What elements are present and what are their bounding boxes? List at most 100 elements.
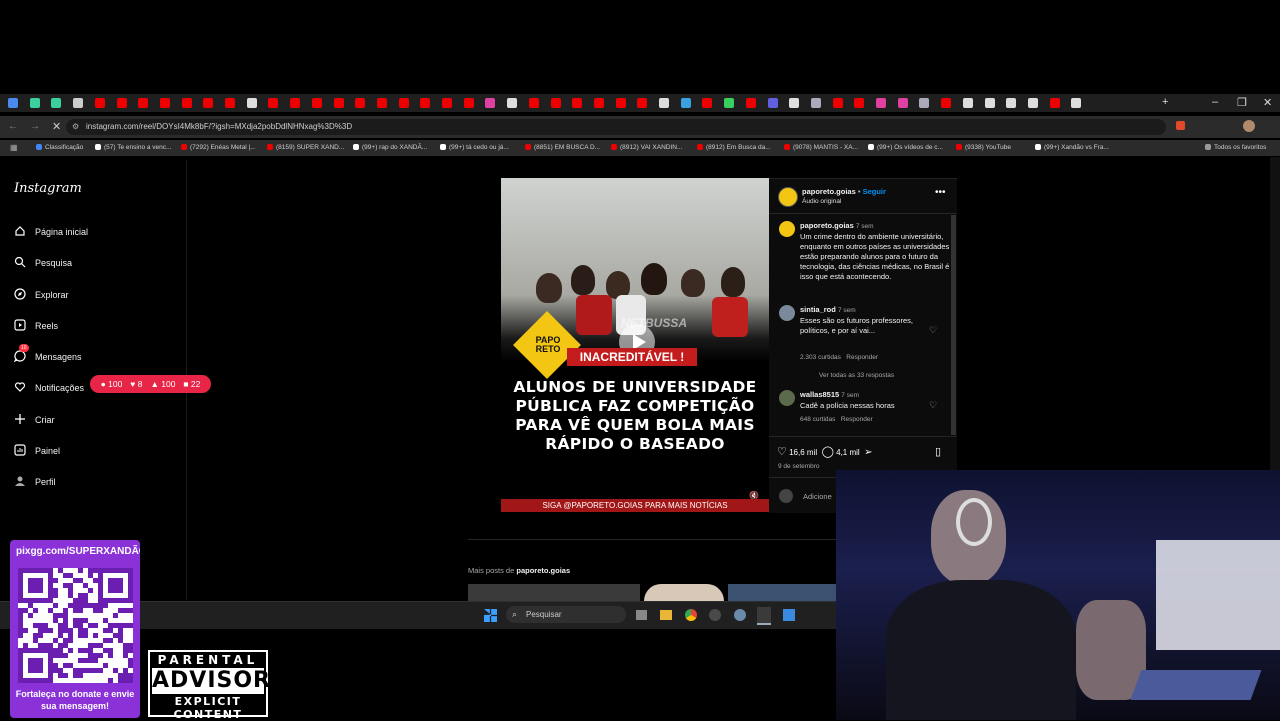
browser-tab[interactable] xyxy=(919,98,930,108)
browser-tab[interactable] xyxy=(637,98,648,108)
browser-tab[interactable] xyxy=(941,98,952,108)
site-info-icon[interactable]: ⚙ xyxy=(72,119,79,135)
profile-avatar[interactable] xyxy=(1243,120,1255,132)
browser-tab[interactable] xyxy=(225,98,235,108)
browser-tab[interactable] xyxy=(8,98,18,108)
comment-count[interactable]: 4,1 mil xyxy=(836,448,860,457)
add-comment-input[interactable]: Adicione xyxy=(803,492,832,501)
bookmark-item[interactable]: (99+) Xandão vs Fra... xyxy=(1035,144,1109,151)
like-icon[interactable]: ♡ xyxy=(777,446,787,458)
more-post-thumbnail[interactable] xyxy=(644,584,724,601)
sidebar-item-heart[interactable]: Notificações xyxy=(14,381,84,395)
browser-tab[interactable] xyxy=(593,98,604,108)
notification-bubble[interactable]: ● 100 ♥ 8 ▲ 100 ■ 22 xyxy=(90,375,211,393)
comment-like-icon[interactable]: ♡ xyxy=(929,325,937,336)
browser-tab[interactable] xyxy=(333,98,344,108)
browser-tab[interactable] xyxy=(832,98,843,108)
more-options-icon[interactable]: ••• xyxy=(935,187,946,198)
bookmark-item[interactable]: (8912) Em Busca da... xyxy=(697,144,771,151)
windows-start-icon[interactable] xyxy=(484,609,497,622)
browser-tab[interactable] xyxy=(94,98,105,108)
sidebar-item-messenger[interactable]: 10 Mensagens xyxy=(13,344,82,364)
maximize-button[interactable]: ❐ xyxy=(1237,96,1247,109)
browser-tab[interactable] xyxy=(398,98,409,108)
sidebar-item-search[interactable]: Pesquisa xyxy=(14,256,72,270)
browser-tab[interactable] xyxy=(724,98,735,108)
bookmark-item[interactable]: (9338) YouTube xyxy=(956,144,1011,151)
browser-tab[interactable] xyxy=(854,98,865,108)
browser-tab[interactable] xyxy=(485,98,496,108)
comment-avatar[interactable] xyxy=(779,305,795,321)
save-icon[interactable]: ▯ xyxy=(935,445,941,458)
reel-video[interactable]: PAPO RETO NETBUSSA INACREDITÁVEL ! ALUNO… xyxy=(501,178,769,512)
sidebar-item-reels[interactable]: Reels xyxy=(14,319,58,333)
task-view-icon[interactable] xyxy=(636,610,647,620)
author-avatar[interactable] xyxy=(778,187,798,207)
bookmark-item[interactable]: (9078) MANTIS - XA... xyxy=(784,144,858,151)
bookmark-item[interactable]: (8159) SUPER XAND... xyxy=(267,144,344,151)
browser-tab[interactable] xyxy=(1049,98,1060,108)
comment-likes[interactable]: 648 curtidas xyxy=(800,416,835,423)
follow-button[interactable]: Seguir xyxy=(863,187,886,196)
browser-tab[interactable] xyxy=(984,98,995,108)
share-icon[interactable]: ➢ xyxy=(864,447,872,458)
instagram-logo[interactable]: Instagram xyxy=(14,181,82,196)
app-icon[interactable] xyxy=(783,609,795,621)
extension-icon[interactable] xyxy=(1176,121,1185,130)
browser-tab[interactable] xyxy=(159,98,170,108)
bookmark-item[interactable]: (99+) tá cedo ou já... xyxy=(440,144,509,151)
browser-tab[interactable] xyxy=(463,98,474,108)
all-favorites-folder[interactable]: Todos os favoritos xyxy=(1205,144,1266,151)
sidebar-item-profile[interactable]: Perfil xyxy=(14,475,56,489)
more-post-thumbnail[interactable] xyxy=(728,584,836,601)
browser-tab[interactable] xyxy=(73,98,84,108)
comment-like-icon[interactable]: ♡ xyxy=(929,400,937,411)
bookmark-item[interactable]: (8912) VAI XANDIN... xyxy=(611,144,682,151)
browser-tab[interactable] xyxy=(138,98,149,108)
browser-tab[interactable] xyxy=(789,98,800,108)
bookmark-item[interactable]: (99+) rap do XANDÃ... xyxy=(353,144,427,151)
file-explorer-icon[interactable] xyxy=(660,610,672,620)
sidebar-item-home[interactable]: Página inicial xyxy=(14,225,88,239)
browser-tab[interactable] xyxy=(876,98,886,108)
caption-author[interactable]: paporeto.goias xyxy=(800,221,854,230)
browser-tab[interactable] xyxy=(680,98,691,108)
browser-tab[interactable] xyxy=(507,98,518,108)
reply-button[interactable]: Responder xyxy=(841,416,873,423)
browser-tab[interactable] xyxy=(1071,98,1082,108)
taskbar-search[interactable]: ⌕ Pesquisar xyxy=(506,606,626,623)
browser-tab[interactable] xyxy=(615,98,626,108)
browser-tab[interactable] xyxy=(246,98,257,108)
sidebar-item-chart[interactable]: Painel xyxy=(14,444,60,458)
browser-tab[interactable] xyxy=(203,98,214,108)
more-posts-user[interactable]: paporeto.goias xyxy=(516,566,570,575)
post-author[interactable]: paporeto.goias xyxy=(802,187,856,196)
bookmark-item[interactable]: Classificação xyxy=(36,144,83,151)
browser-tab[interactable] xyxy=(420,98,431,108)
steam-icon[interactable] xyxy=(757,607,771,625)
view-replies-link[interactable]: Ver todas as 33 respostas xyxy=(819,372,894,379)
new-tab-button[interactable]: + xyxy=(1162,96,1168,108)
stop-icon[interactable]: ✕ xyxy=(52,120,61,133)
browser-tab[interactable] xyxy=(442,98,452,108)
like-count[interactable]: 16,6 mil xyxy=(789,448,817,457)
bookmark-item[interactable]: (99+) Os vídeos de c... xyxy=(868,144,943,151)
browser-tab[interactable] xyxy=(311,98,322,108)
browser-tab[interactable] xyxy=(897,98,908,108)
browser-tab[interactable] xyxy=(550,98,561,108)
reply-button[interactable]: Responder xyxy=(846,354,878,361)
apps-grid-icon[interactable]: ▦ xyxy=(10,143,18,152)
address-bar[interactable]: ⚙ instagram.com/reel/DOYsI4Mk8bF/?igsh=M… xyxy=(66,119,1166,135)
app-icon[interactable] xyxy=(709,609,721,621)
caption-avatar[interactable] xyxy=(779,221,795,237)
comment-likes[interactable]: 2.303 curtidas xyxy=(800,354,841,361)
sidebar-item-plus[interactable]: Criar xyxy=(14,413,55,427)
browser-tab[interactable] xyxy=(767,98,778,108)
comments-scrollbar[interactable] xyxy=(951,215,956,435)
browser-tab[interactable] xyxy=(745,98,756,108)
bookmark-item[interactable]: (8851) EM BUSCA D... xyxy=(525,144,600,151)
browser-tab[interactable] xyxy=(29,98,40,108)
browser-tab[interactable] xyxy=(116,98,127,108)
comment-avatar[interactable] xyxy=(779,390,795,406)
minimize-button[interactable]: – xyxy=(1212,96,1218,108)
